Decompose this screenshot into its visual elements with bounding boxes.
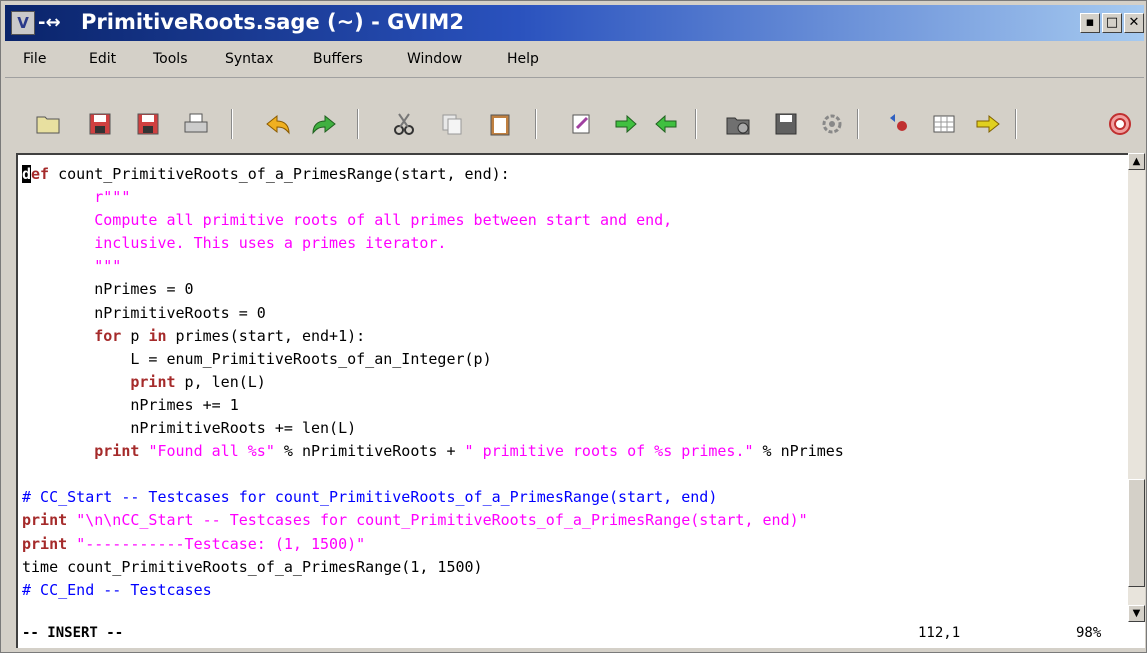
- code-line[interactable]: # CC_Start -- Testcases for count_Primit…: [22, 486, 844, 509]
- code-line[interactable]: time count_PrimitiveRoots_of_a_PrimesRan…: [22, 556, 844, 579]
- code-line[interactable]: def count_PrimitiveRoots_of_a_PrimesRang…: [22, 163, 844, 186]
- code-line[interactable]: """: [22, 255, 844, 278]
- menu-window[interactable]: Window: [407, 51, 462, 67]
- save-session-icon[interactable]: [771, 109, 801, 139]
- redo-icon[interactable]: [309, 109, 339, 139]
- code-buffer[interactable]: def count_PrimitiveRoots_of_a_PrimesRang…: [22, 163, 844, 602]
- code-line[interactable]: L = enum_PrimitiveRoots_of_an_Integer(p): [22, 348, 844, 371]
- copy-icon[interactable]: [437, 109, 467, 139]
- gvim-app-icon[interactable]: V: [11, 11, 35, 35]
- find-next-icon[interactable]: [611, 109, 641, 139]
- code-line[interactable]: print "-----------Testcase: (1, 1500)": [22, 533, 844, 556]
- mode-indicator: -- INSERT --: [22, 625, 124, 641]
- open-icon[interactable]: [33, 109, 63, 139]
- load-session-icon[interactable]: [723, 109, 753, 139]
- window-title: PrimitiveRoots.sage (~) - GVIM2: [81, 10, 464, 34]
- toolbar: [5, 97, 1144, 149]
- tags-jump-icon[interactable]: [973, 109, 1003, 139]
- menu-tools[interactable]: Tools: [153, 51, 188, 67]
- cursor-position: 112,1: [918, 625, 961, 641]
- cut-icon[interactable]: [389, 109, 419, 139]
- menu-edit[interactable]: Edit: [89, 51, 116, 67]
- shell-icon[interactable]: [929, 109, 959, 139]
- code-line[interactable]: print p, len(L): [22, 371, 844, 394]
- code-line[interactable]: print "Found all %s" % nPrimitiveRoots +…: [22, 440, 844, 463]
- code-line[interactable]: for p in primes(start, end+1):: [22, 325, 844, 348]
- gvim-window: V -↔ PrimitiveRoots.sage (~) - GVIM2 ▪ □…: [0, 0, 1147, 653]
- menu-help[interactable]: Help: [507, 51, 539, 67]
- maximize-button[interactable]: □: [1102, 13, 1122, 33]
- code-line[interactable]: inclusive. This uses a primes iterator.: [22, 232, 844, 255]
- vertical-scrollbar[interactable]: ▲ ▼: [1128, 153, 1145, 622]
- code-line[interactable]: nPrimes += 1: [22, 394, 844, 417]
- save-icon[interactable]: [85, 109, 115, 139]
- code-line[interactable]: Compute all primitive roots of all prime…: [22, 209, 844, 232]
- title-bar[interactable]: V -↔ PrimitiveRoots.sage (~) - GVIM2 ▪ □…: [5, 5, 1144, 41]
- code-line[interactable]: nPrimitiveRoots += len(L): [22, 417, 844, 440]
- code-line[interactable]: [22, 463, 844, 486]
- find-replace-icon[interactable]: [567, 109, 597, 139]
- paste-icon[interactable]: [485, 109, 515, 139]
- undo-icon[interactable]: [263, 109, 293, 139]
- minimize-button[interactable]: ▪: [1080, 13, 1100, 33]
- close-button[interactable]: ✕: [1124, 13, 1144, 33]
- menu-syntax[interactable]: Syntax: [225, 51, 273, 67]
- make-icon[interactable]: [883, 109, 913, 139]
- menu-bar: File Edit Tools Syntax Buffers Window He…: [5, 43, 1144, 78]
- code-line[interactable]: print "\n\nCC_Start -- Testcases for cou…: [22, 509, 844, 532]
- scrollbar-thumb[interactable]: [1128, 479, 1145, 587]
- window-menu-icon[interactable]: -↔: [38, 12, 61, 33]
- save-all-icon[interactable]: [133, 109, 163, 139]
- print-icon[interactable]: [181, 109, 211, 139]
- scroll-up-icon[interactable]: ▲: [1128, 153, 1145, 170]
- menu-buffers[interactable]: Buffers: [313, 51, 363, 67]
- code-line[interactable]: nPrimitiveRoots = 0: [22, 302, 844, 325]
- help-icon[interactable]: [1105, 109, 1135, 139]
- scroll-down-icon[interactable]: ▼: [1128, 605, 1145, 622]
- scroll-percent: 98%: [1076, 625, 1102, 641]
- status-line: -- INSERT -- 112,1 98%: [16, 622, 1145, 648]
- find-prev-icon[interactable]: [651, 109, 681, 139]
- code-line[interactable]: nPrimes = 0: [22, 278, 844, 301]
- code-line[interactable]: # CC_End -- Testcases: [22, 579, 844, 602]
- text-editor[interactable]: def count_PrimitiveRoots_of_a_PrimesRang…: [16, 153, 1128, 622]
- code-line[interactable]: r""": [22, 186, 844, 209]
- run-script-icon[interactable]: [817, 109, 847, 139]
- menu-file[interactable]: File: [23, 51, 46, 67]
